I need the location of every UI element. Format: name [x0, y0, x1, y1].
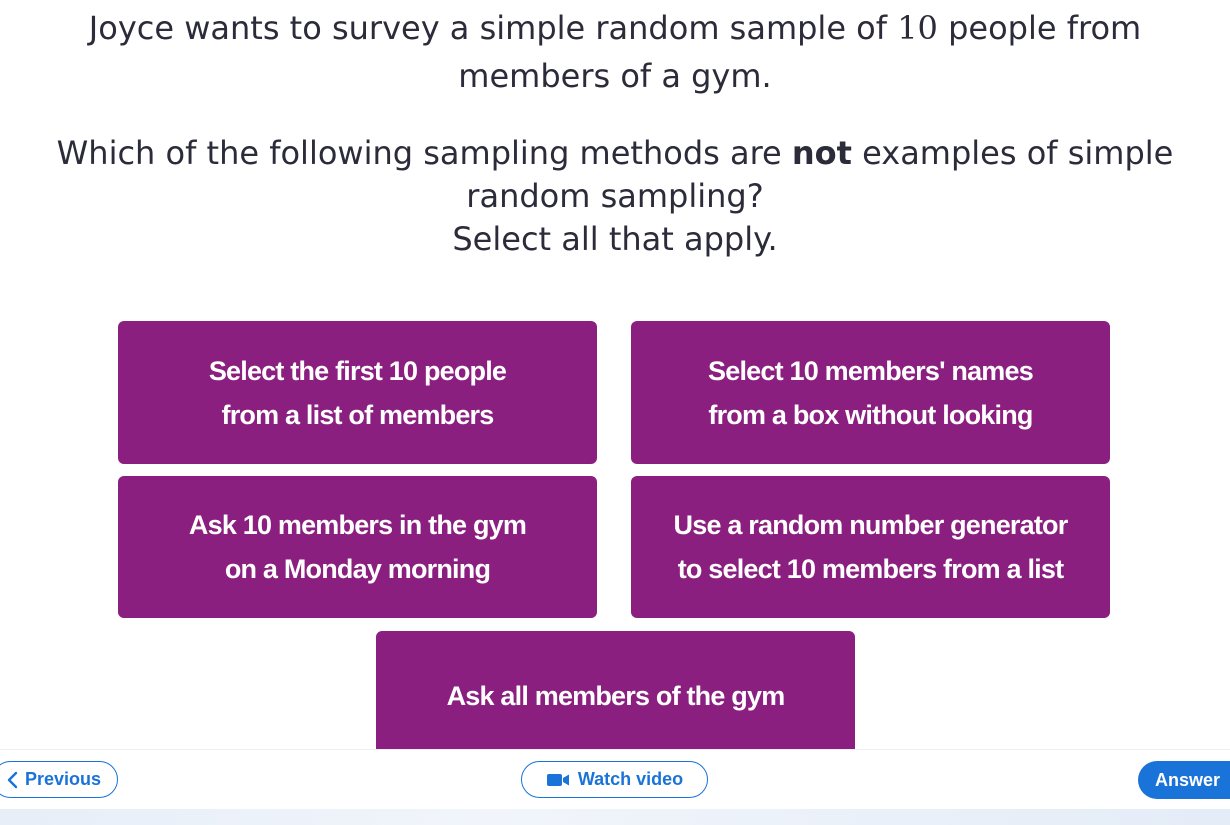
option-line: to select 10 members from a list: [677, 554, 1064, 584]
previous-button-label: Previous: [25, 769, 102, 789]
answer-option-monday-morning[interactable]: Ask 10 members in the gym on a Monday mo…: [118, 476, 597, 618]
question-intro-text: Joyce wants to survey a simple random sa…: [88, 9, 898, 47]
answer-option-random-number-generator[interactable]: Use a random number generator to select …: [631, 476, 1110, 618]
question-prompt: Which of the following sampling methods …: [20, 132, 1210, 218]
page-bottom-strip: [0, 809, 1230, 825]
bottom-toolbar: Previous Watch video Answer: [0, 749, 1230, 810]
previous-button[interactable]: Previous: [0, 761, 118, 798]
option-line: from a list of members: [221, 399, 495, 430]
option-line: Select 10 members' names: [708, 355, 1034, 386]
option-line: from a box without looking: [708, 399, 1033, 430]
question-prompt-text: Which of the following sampling methods …: [56, 134, 792, 172]
question-prompt-emphasis: not: [791, 134, 852, 172]
answer-button-label: Answer: [1155, 769, 1221, 790]
answer-option-all-members[interactable]: Ask all members of the gym: [376, 631, 855, 765]
answer-option-first-10[interactable]: Select the first 10 people from a list o…: [118, 321, 597, 464]
option-line: Ask 10 members in the gym: [188, 510, 527, 540]
question-intro: Joyce wants to survey a simple random sa…: [40, 4, 1190, 100]
option-line: Select the first 10 people: [208, 355, 507, 386]
option-line: Use a random number generator: [673, 510, 1069, 540]
watch-video-button[interactable]: Watch video: [521, 761, 708, 798]
question-instruction: Select all that apply.: [452, 220, 778, 258]
answer-button[interactable]: Answer: [1138, 761, 1230, 799]
option-line: Ask all members of the gym: [446, 681, 786, 711]
quiz-page: Joyce wants to survey a simple random sa…: [0, 0, 1230, 825]
chevron-left-icon: [5, 770, 21, 790]
answer-option-names-from-box[interactable]: Select 10 members' names from a box with…: [631, 321, 1110, 464]
watch-video-label: Watch video: [577, 769, 684, 789]
question-intro-number: 10: [897, 9, 938, 47]
option-line: on a Monday morning: [224, 554, 491, 584]
video-camera-icon: [546, 772, 570, 788]
